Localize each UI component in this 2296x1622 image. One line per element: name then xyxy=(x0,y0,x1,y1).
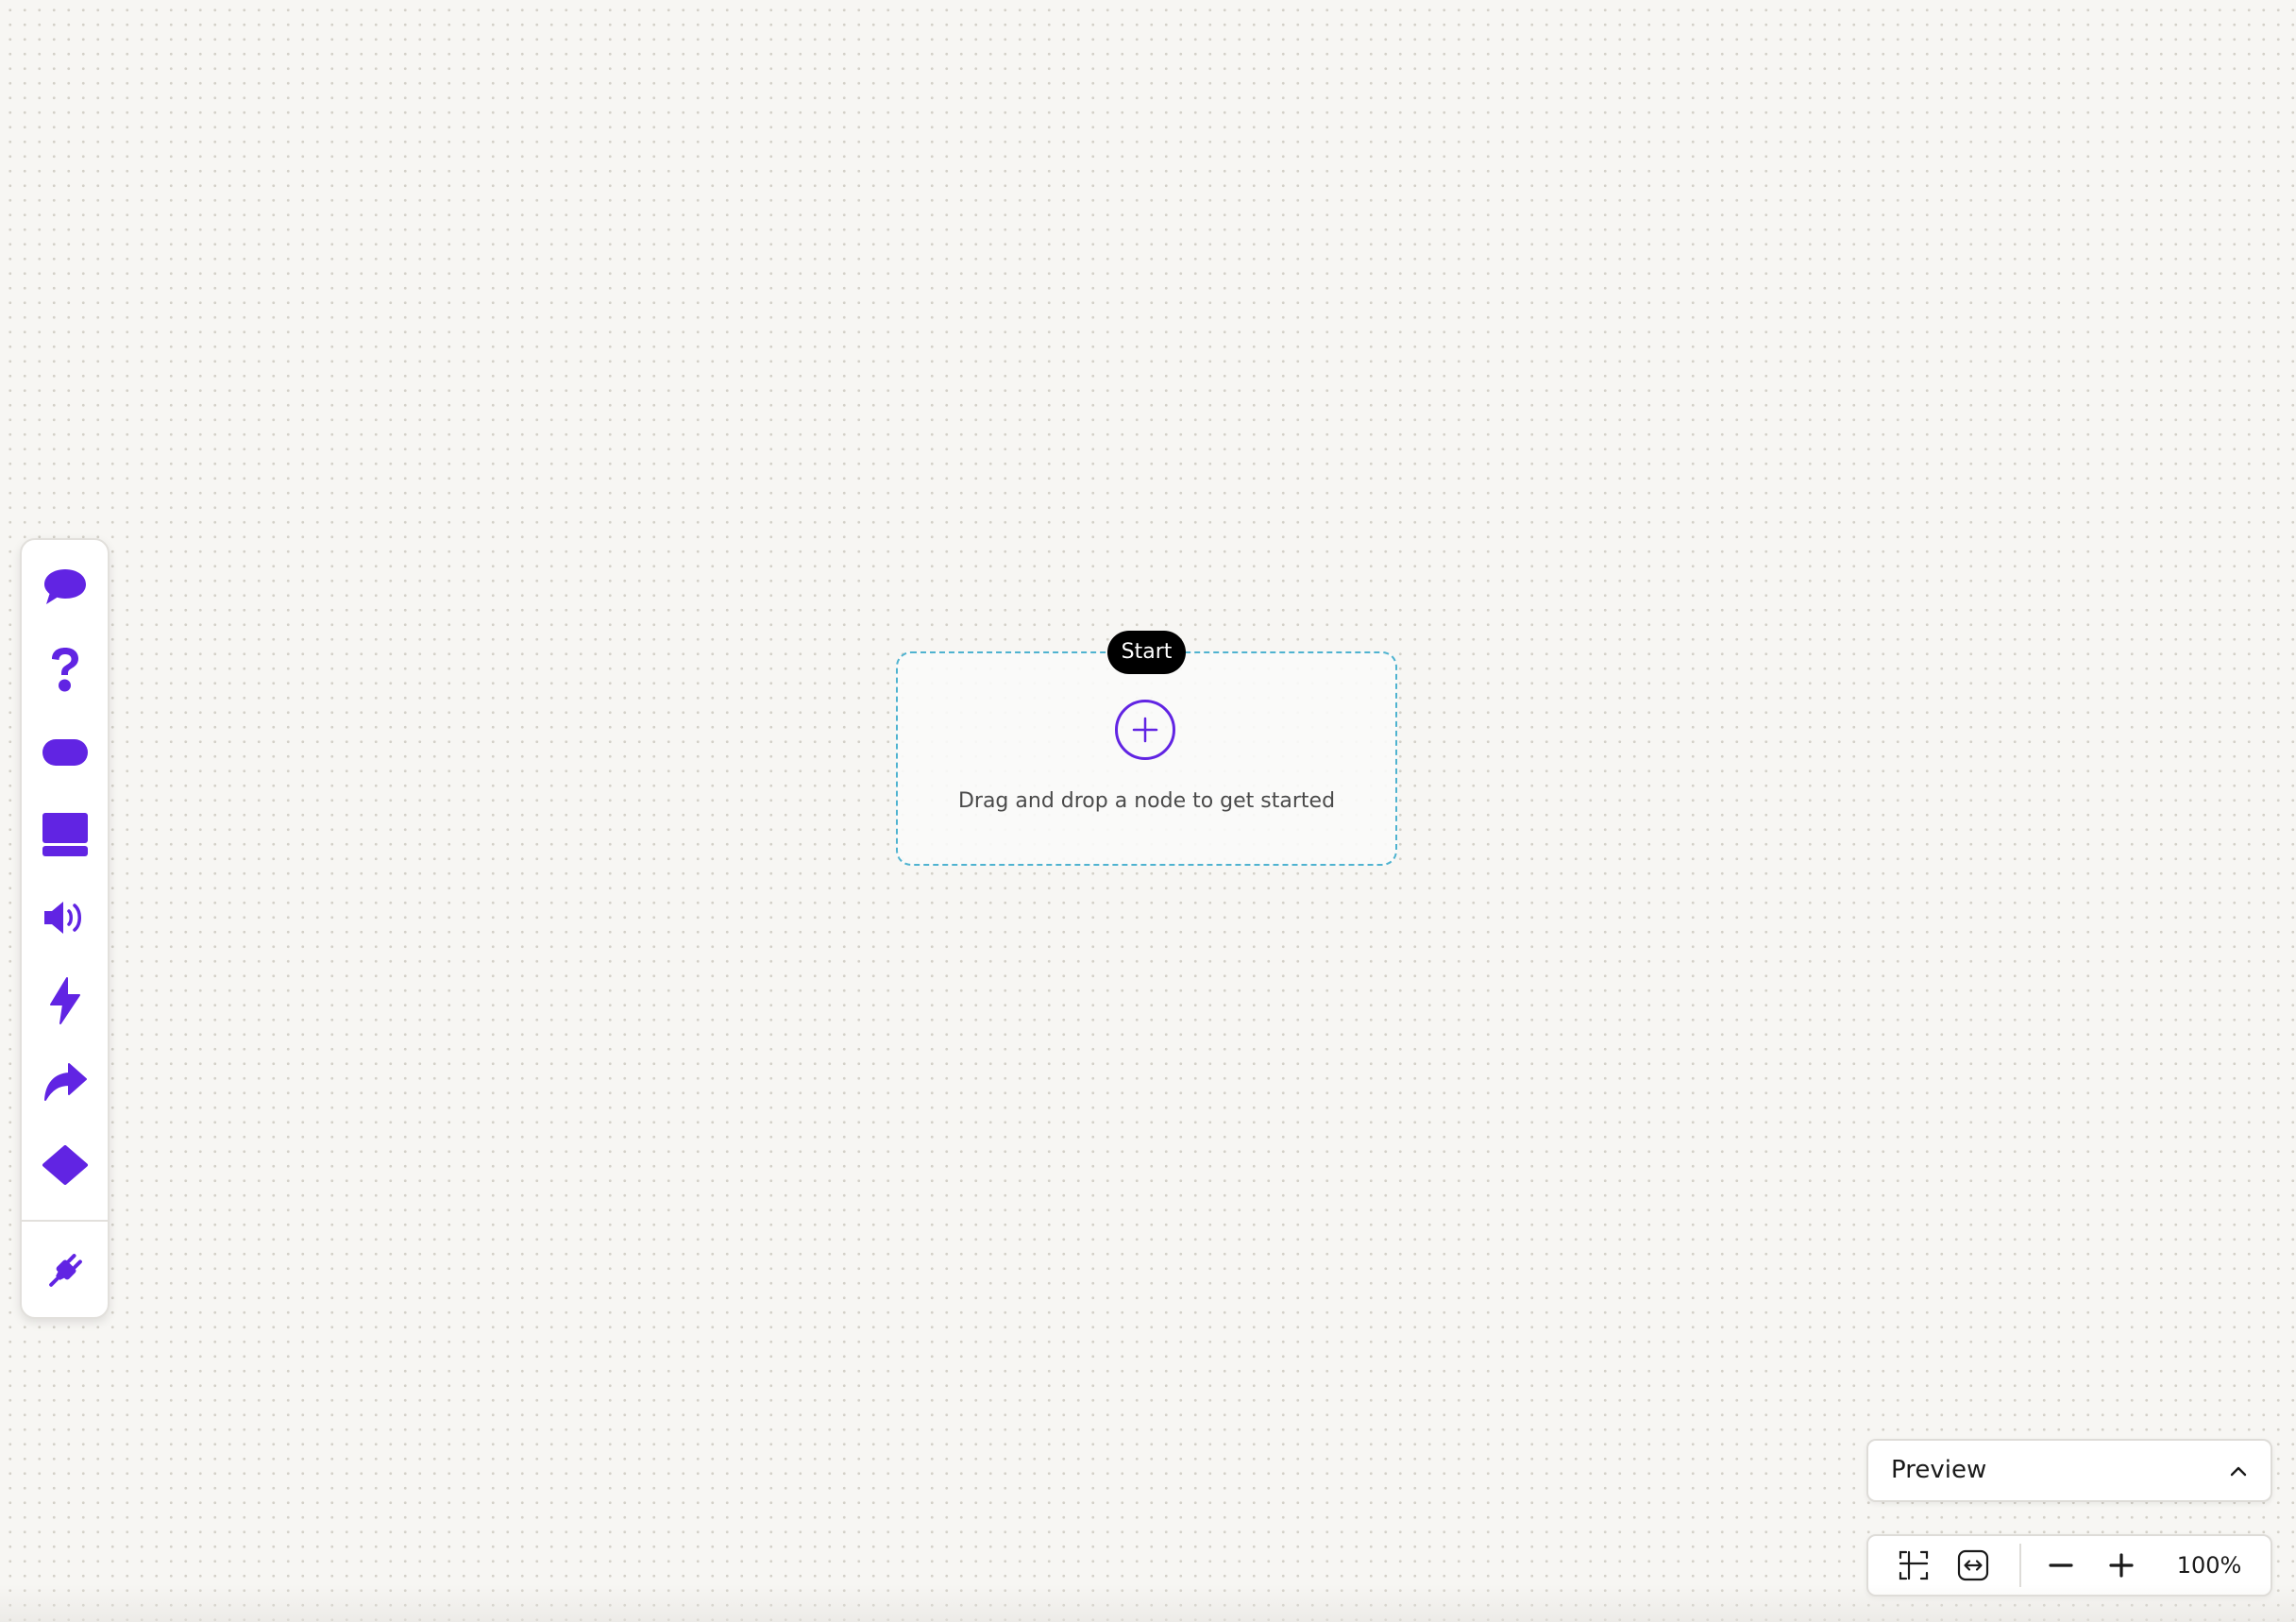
preview-toggle[interactable]: Preview xyxy=(1866,1439,2272,1502)
fit-selection-icon xyxy=(1899,1550,1929,1580)
plus-icon xyxy=(2109,1553,2134,1578)
pill-button-icon xyxy=(42,739,88,766)
card-node-tool[interactable] xyxy=(41,810,90,859)
question-node-tool[interactable] xyxy=(41,645,90,694)
lightning-bolt-icon xyxy=(50,977,80,1024)
start-hint-text: Drag and drop a node to get started xyxy=(957,789,1336,813)
speech-bubble-icon xyxy=(44,569,86,604)
start-label: Start xyxy=(1107,631,1186,674)
diamond-icon xyxy=(42,1145,88,1185)
node-toolbar xyxy=(20,538,110,1319)
share-arrow-icon xyxy=(44,1063,87,1101)
zoom-divider xyxy=(2019,1544,2021,1587)
audio-node-tool[interactable] xyxy=(41,893,90,942)
fit-width-button[interactable] xyxy=(1954,1546,1992,1584)
add-node-button[interactable] xyxy=(1115,700,1175,760)
minus-icon xyxy=(2049,1563,2073,1567)
question-mark-icon xyxy=(52,648,78,692)
redirect-node-tool[interactable] xyxy=(41,1058,90,1107)
plus-circle-icon xyxy=(1132,717,1158,743)
preview-label: Preview xyxy=(1891,1456,1987,1484)
message-node-tool[interactable] xyxy=(41,563,90,612)
card-layout-icon xyxy=(42,813,88,856)
integrations-tool[interactable] xyxy=(41,1246,90,1295)
plug-icon xyxy=(49,1254,82,1287)
fit-view-button[interactable] xyxy=(1895,1546,1933,1584)
button-node-tool[interactable] xyxy=(41,728,90,777)
zoom-level[interactable]: 100% xyxy=(2162,1536,2256,1595)
condition-node-tool[interactable] xyxy=(41,1140,90,1190)
chevron-up-icon xyxy=(2230,1466,2247,1477)
zoom-out-button[interactable] xyxy=(2042,1546,2080,1584)
toolbar-divider xyxy=(22,1220,108,1222)
speaker-icon xyxy=(44,902,81,934)
zoom-in-button[interactable] xyxy=(2102,1546,2140,1584)
action-node-tool[interactable] xyxy=(41,976,90,1025)
fit-width-icon xyxy=(1957,1549,1989,1581)
zoom-controls: 100% xyxy=(1866,1534,2272,1597)
